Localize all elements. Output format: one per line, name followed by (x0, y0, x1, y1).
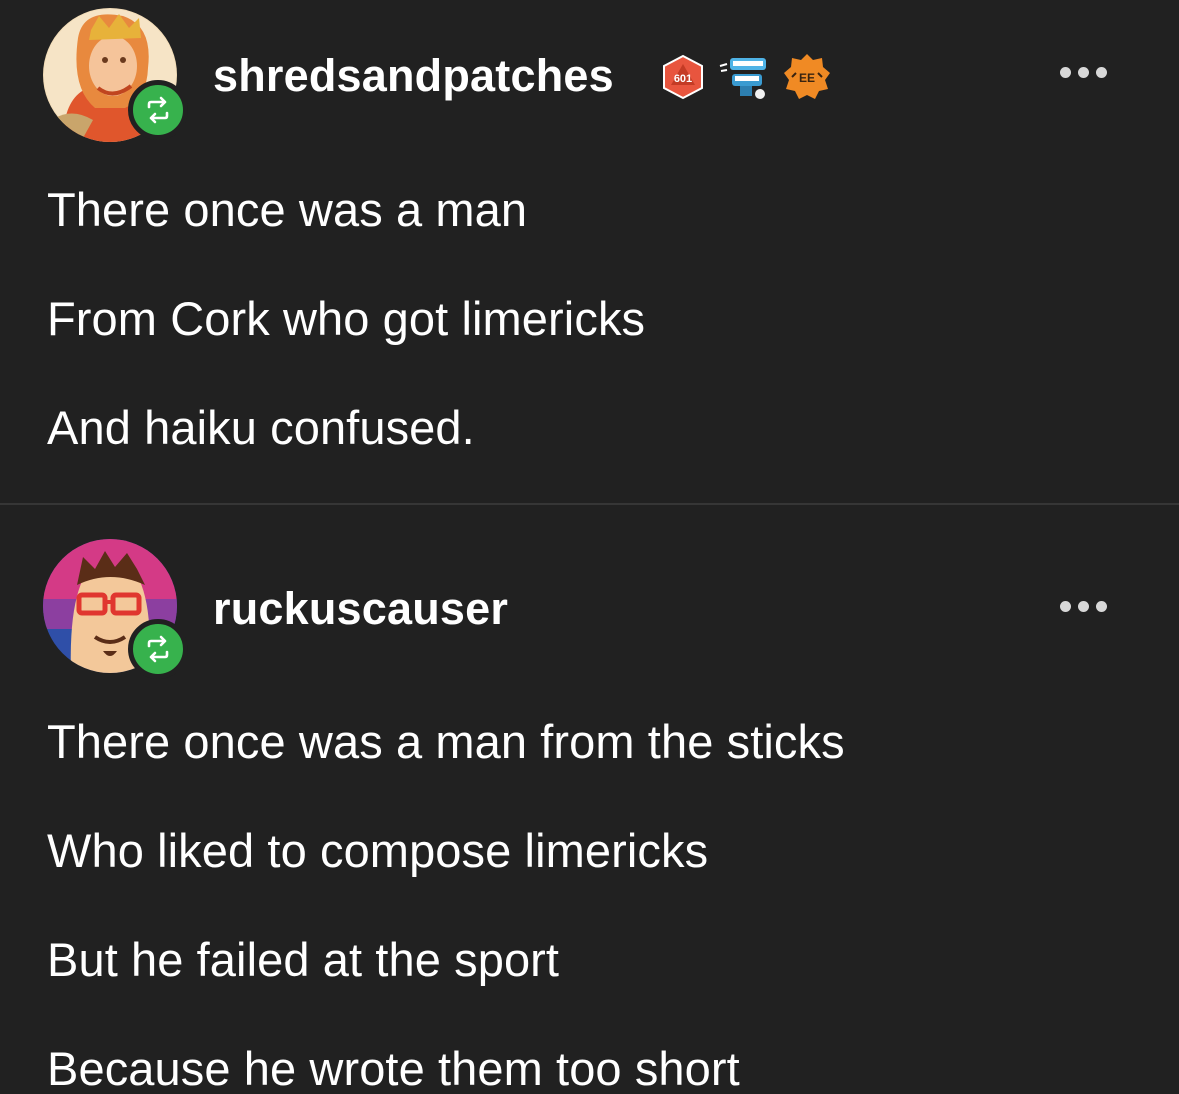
dot-icon (1077, 600, 1089, 612)
post-text-line: From Cork who got limericks (47, 292, 646, 345)
orange-seal-badge-icon[interactable]: EE (782, 52, 832, 102)
more-options-button[interactable] (1050, 591, 1116, 621)
chattering-teeth-badge-icon[interactable] (718, 52, 770, 102)
dot-icon (1077, 66, 1089, 78)
dot-icon (1095, 66, 1107, 78)
post-text-line: There once was a man from the sticks (47, 715, 845, 768)
post-text-line: Because he wrote them too short (47, 1042, 740, 1094)
dot-icon (1095, 600, 1107, 612)
seal-badge-text: EE (799, 71, 815, 85)
post-text-line: And haiku confused. (47, 401, 475, 454)
reblog-icon (128, 619, 188, 679)
dot-icon (1059, 600, 1071, 612)
d20-die-badge-icon[interactable]: 601 (660, 54, 706, 100)
post-text-line: There once was a man (47, 183, 528, 236)
post-card: ruckuscauser There once was a man from t… (0, 505, 1179, 1094)
post-text-line: Who liked to compose limericks (47, 824, 709, 877)
post-card: shredsandpatches 601 EE There once was a… (0, 0, 1179, 504)
username[interactable]: shredsandpatches (213, 50, 614, 102)
more-options-button[interactable] (1050, 57, 1116, 87)
d20-badge-text: 601 (674, 73, 692, 85)
username[interactable]: ruckuscauser (213, 583, 508, 635)
dot-icon (1059, 66, 1071, 78)
badge-list: 601 EE (660, 52, 832, 102)
post-text-line: But he failed at the sport (47, 933, 560, 986)
reblog-icon (128, 80, 188, 140)
